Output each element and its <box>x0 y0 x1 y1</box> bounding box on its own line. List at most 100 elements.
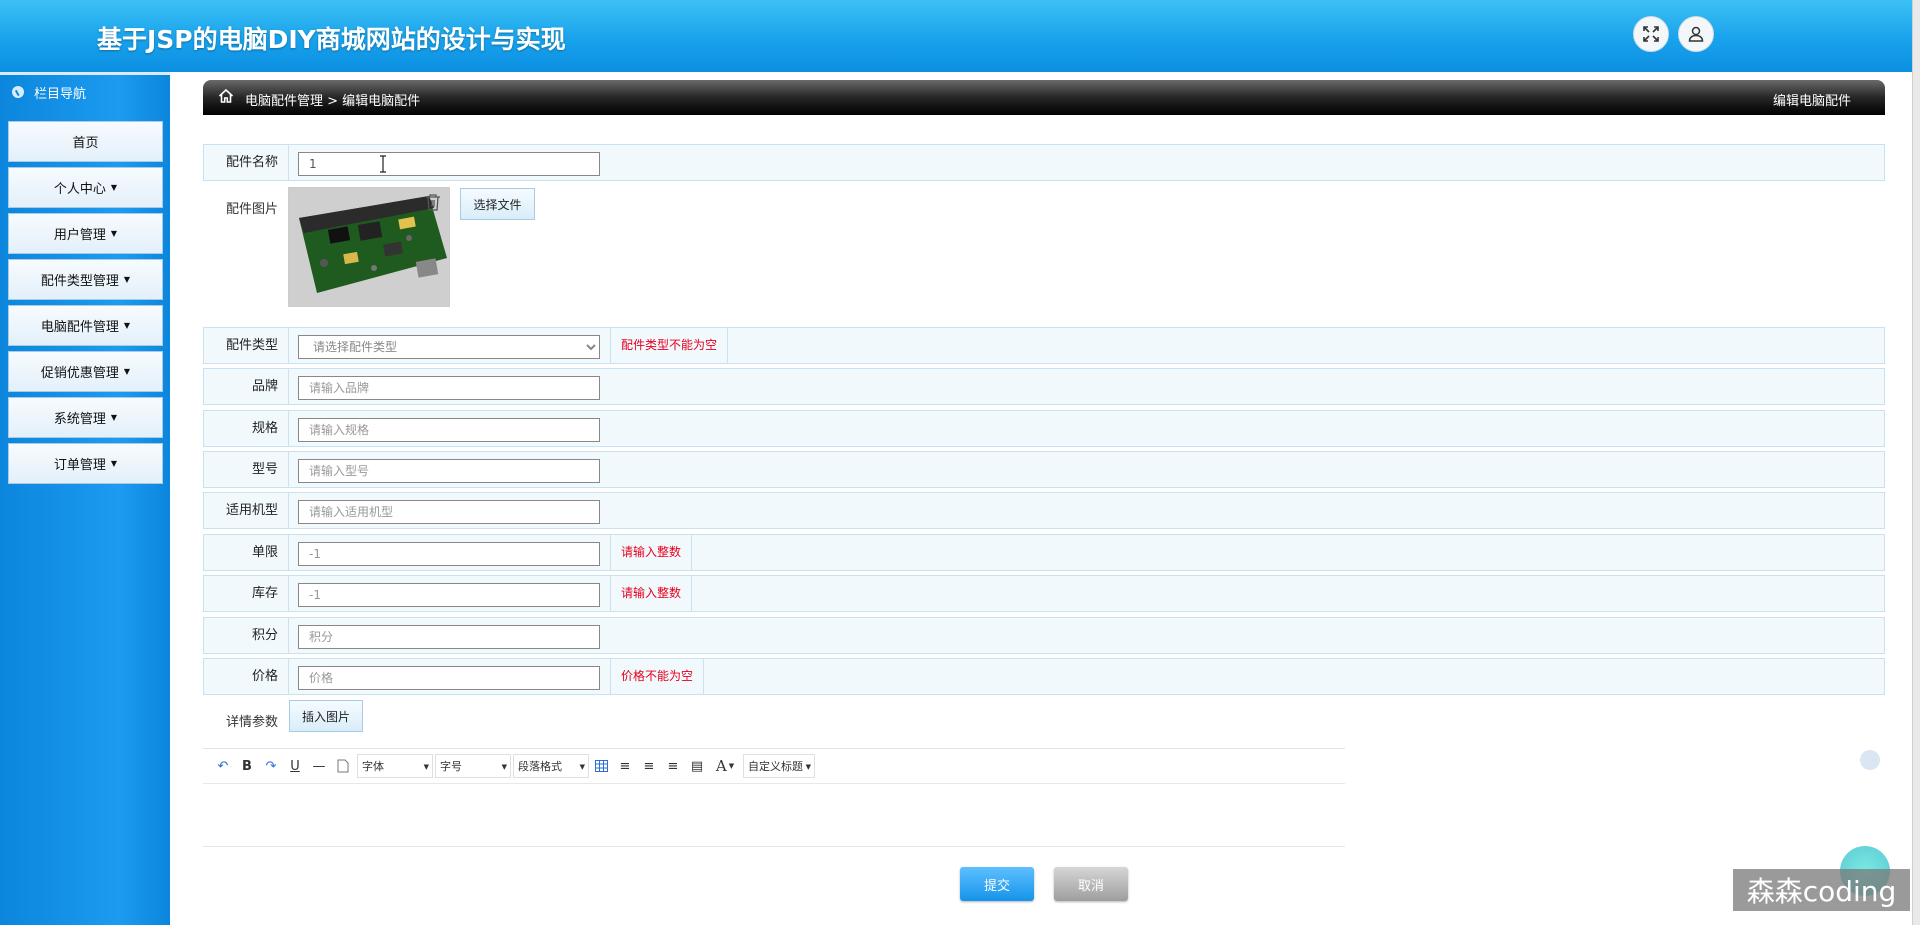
sidebar-item-label: 系统管理 <box>53 412 106 427</box>
sidebar-item-home[interactable]: 首页 <box>8 121 163 162</box>
bold-button[interactable]: B <box>237 756 257 776</box>
limit-input[interactable]: -1 <box>298 542 600 566</box>
caret-down-icon: ▼ <box>110 229 118 238</box>
site-title: 基于JSP的电脑DIY商城网站的设计与实现 <box>97 25 566 54</box>
chevron-down-icon: ▼ <box>579 763 585 771</box>
sidebar-item-order-management[interactable]: 订单管理 ▼ <box>8 443 163 484</box>
font-color-button[interactable]: A ▼ <box>711 756 739 776</box>
align-justify-icon[interactable]: ▤ <box>687 756 707 776</box>
user-profile-button[interactable] <box>1678 16 1714 52</box>
brand-input[interactable]: 请输入品牌 <box>298 376 600 400</box>
paragraph-format-select[interactable]: 段落格式 ▼ <box>513 754 589 778</box>
form-row-points: 积分 积分 <box>203 617 1885 654</box>
points-label: 积分 <box>204 618 289 653</box>
price-input[interactable]: 价格 <box>298 666 600 690</box>
form-row-brand: 品牌 请输入品牌 <box>203 368 1885 405</box>
sidebar-item-label: 促销优惠管理 <box>40 366 119 381</box>
delete-image-icon[interactable] <box>424 192 442 212</box>
sidebar-item-user-management[interactable]: 用户管理 ▼ <box>8 213 163 254</box>
caret-down-icon: ▼ <box>123 321 131 330</box>
caret-down-icon: ▼ <box>110 459 118 468</box>
sidebar-item-part-type-management[interactable]: 配件类型管理 ▼ <box>8 259 163 300</box>
form-row-stock: 库存 -1 请输入整数 <box>203 575 1885 612</box>
sidebar-item-label: 用户管理 <box>53 228 106 243</box>
form-row-limit: 单限 -1 请输入整数 <box>203 534 1885 571</box>
align-center-icon[interactable]: ≡ <box>663 756 683 776</box>
name-input[interactable]: 1 <box>298 152 600 176</box>
stock-label: 库存 <box>204 576 289 611</box>
font-family-label: 字体 <box>362 760 384 773</box>
detail-label: 详情参数 <box>226 715 279 730</box>
form-row-type: 配件类型 请选择配件类型 配件类型不能为空 <box>203 327 1885 364</box>
caret-down-icon: ▼ <box>110 183 118 192</box>
form-row-spec: 规格 请输入规格 <box>203 410 1885 447</box>
caret-down-icon: ▼ <box>110 413 118 422</box>
sidebar-item-promotion-management[interactable]: 促销优惠管理 ▼ <box>8 351 163 392</box>
stock-input[interactable]: -1 <box>298 583 600 607</box>
font-family-select[interactable]: 字体 ▼ <box>357 754 433 778</box>
type-select[interactable]: 请选择配件类型 <box>298 335 600 359</box>
horizontal-rule-icon[interactable]: — <box>309 756 329 776</box>
fit-input[interactable]: 请输入适用机型 <box>298 500 600 524</box>
page-title: 编辑电脑配件 <box>1772 94 1851 109</box>
sidebar-item-label: 首页 <box>72 136 99 151</box>
caret-down-icon: ▼ <box>123 275 131 284</box>
choose-file-button[interactable]: 选择文件 <box>460 188 535 220</box>
sidebar-item-system-management[interactable]: 系统管理 ▼ <box>8 397 163 438</box>
model-label: 型号 <box>204 452 289 487</box>
align-right-icon[interactable]: ≡ <box>639 756 659 776</box>
brand-label: 品牌 <box>204 369 289 404</box>
cancel-button[interactable]: 取消 <box>1054 867 1128 901</box>
font-size-select[interactable]: 字号 ▼ <box>435 754 511 778</box>
breadcrumb-path: 电脑配件管理 > 编辑电脑配件 <box>245 94 421 109</box>
sidebar-item-label: 电脑配件管理 <box>40 320 119 335</box>
sidebar-title: 栏目导航 <box>34 86 87 102</box>
price-label: 价格 <box>204 659 289 694</box>
type-error: 配件类型不能为空 <box>610 328 729 363</box>
top-header: 基于JSP的电脑DIY商城网站的设计与实现 <box>0 0 1920 72</box>
font-size-label: 字号 <box>440 760 462 773</box>
points-input[interactable]: 积分 <box>298 625 600 649</box>
sidebar-item-label: 订单管理 <box>53 458 106 473</box>
nav-circle-icon <box>12 86 24 98</box>
submit-button[interactable]: 提交 <box>960 867 1034 901</box>
paragraph-format-label: 段落格式 <box>518 760 562 773</box>
editor-toolbar: ↶ B ↷ U — 字体 ▼ 字号 ▼ 段落格式 ▼ ≡ ≡ ≡ ▤ A ▼ 自定义标题… <box>203 749 1345 784</box>
spec-input[interactable]: 请输入规格 <box>298 418 600 442</box>
name-label: 配件名称 <box>204 145 289 180</box>
document-icon[interactable] <box>333 756 353 776</box>
breadcrumb: 电脑配件管理 > 编辑电脑配件 编辑电脑配件 <box>203 80 1885 115</box>
sidebar-header: 栏目导航 <box>0 77 170 107</box>
sidebar-item-computer-part-management[interactable]: 电脑配件管理 ▼ <box>8 305 163 346</box>
caret-down-icon: ▼ <box>123 367 131 376</box>
stock-error: 请输入整数 <box>610 576 693 611</box>
sidebar-item-label: 配件类型管理 <box>40 274 119 289</box>
page-scrollbar[interactable] <box>1912 0 1920 925</box>
underline-button[interactable]: U <box>285 756 305 776</box>
limit-label: 单限 <box>204 535 289 570</box>
sidebar-item-personal-center[interactable]: 个人中心 ▼ <box>8 167 163 208</box>
model-input[interactable]: 请输入型号 <box>298 459 600 483</box>
chevron-down-icon: ▼ <box>728 762 735 770</box>
insert-image-button[interactable]: 插入图片 <box>289 700 363 732</box>
image-label: 配件图片 <box>226 202 279 217</box>
form-row-name: 配件名称 1 <box>203 144 1885 181</box>
form-row-price: 价格 价格 价格不能为空 <box>203 658 1885 695</box>
rich-text-editor: ↶ B ↷ U — 字体 ▼ 字号 ▼ 段落格式 ▼ ≡ ≡ ≡ ▤ A ▼ 自定义标题… <box>203 748 1345 847</box>
home-icon[interactable] <box>218 88 234 104</box>
form-row-fit: 适用机型 请输入适用机型 <box>203 492 1885 529</box>
form-row-model: 型号 请输入型号 <box>203 451 1885 488</box>
custom-title-select[interactable]: 自定义标题 ▼ <box>743 754 815 778</box>
floating-badge[interactable] <box>1860 750 1880 770</box>
limit-error: 请输入整数 <box>610 535 693 570</box>
editor-content-area[interactable] <box>203 785 1345 847</box>
align-left-icon[interactable]: ≡ <box>615 756 635 776</box>
sidebar-item-label: 个人中心 <box>53 182 106 197</box>
user-icon <box>1688 26 1704 42</box>
undo-icon[interactable]: ↶ <box>213 756 233 776</box>
fit-label: 适用机型 <box>204 493 289 528</box>
price-error: 价格不能为空 <box>610 659 705 694</box>
fullscreen-button[interactable] <box>1633 16 1669 52</box>
redo-icon[interactable]: ↷ <box>261 756 281 776</box>
table-icon[interactable] <box>591 756 611 776</box>
